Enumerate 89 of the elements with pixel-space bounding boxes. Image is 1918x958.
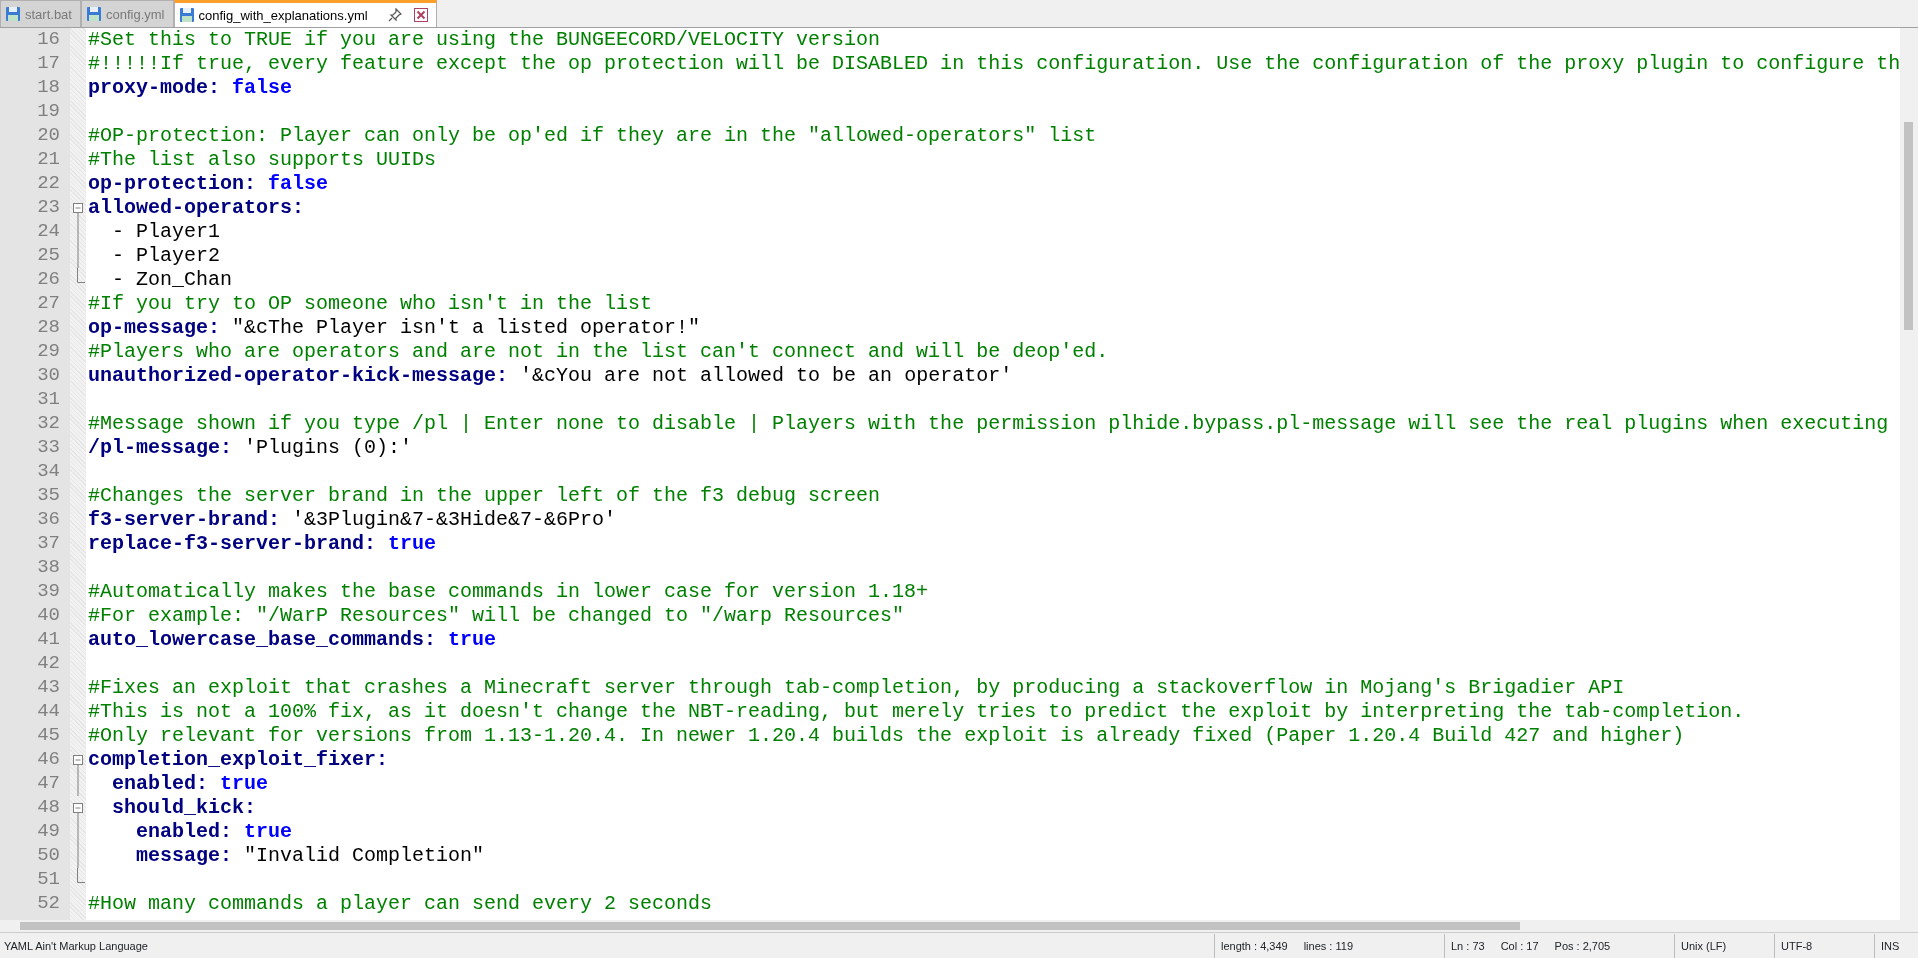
line-number: 35 — [36, 484, 61, 508]
line-number: 42 — [36, 652, 61, 676]
line-number: 37 — [36, 532, 61, 556]
code-line: #Players who are operators and are not in the list can't connect and will be deop'ed. — [88, 340, 1109, 364]
column-position: Col : 17 — [1500, 938, 1539, 954]
line-number: 31 — [36, 388, 61, 412]
code-line: enabled: true — [135, 820, 293, 844]
fold-line — [77, 772, 79, 796]
code-line: op-protection: false — [88, 172, 329, 196]
code-line: #For example: "/WarP Resources" will be changed to "/warp Resources" — [88, 604, 905, 628]
line-number: 17 — [36, 52, 61, 76]
language-label: YAML Ain't Markup Language — [3, 939, 148, 952]
line-ending-label: Unix (LF) — [1674, 933, 1774, 958]
fold-end-line — [77, 268, 85, 283]
line-number: 44 — [36, 700, 61, 724]
line-number: 30 — [36, 364, 61, 388]
code-line: replace-f3-server-brand: true — [88, 532, 437, 556]
code-line: #If you try to OP someone who isn't in the list — [88, 292, 653, 316]
line-number: 51 — [36, 868, 61, 892]
line-number: 28 — [36, 316, 61, 340]
code-line: #The list also supports UUIDs — [88, 148, 437, 172]
line-number: 38 — [36, 556, 61, 580]
code-line: - Player2 — [111, 244, 220, 268]
save-icon — [178, 7, 195, 23]
fold-end-line — [77, 868, 85, 883]
line-number: 16 — [36, 28, 61, 52]
line-number: 36 — [36, 508, 61, 532]
line-number: 25 — [36, 244, 61, 268]
file-tab[interactable]: config_with_explanations.yml — [173, 0, 437, 27]
line-number: 49 — [36, 820, 61, 844]
length-count: length : 4,349 — [1221, 938, 1288, 954]
code-line: /pl-message: 'Plugins (0):' — [88, 436, 413, 460]
line-count: lines : 119 — [1303, 938, 1353, 954]
line-number: 32 — [36, 412, 61, 436]
scroll-thumb[interactable] — [1904, 122, 1913, 330]
code-line: enabled: true — [111, 772, 269, 796]
code-line: #Message shown if you type /pl | Enter none to disable | Players with the permission plhide.bypass.pl-message will see the real plugins when executing — [88, 412, 1889, 436]
code-line: #Changes the server brand in the upper left of the f3 debug screen — [88, 484, 881, 508]
line-number: 18 — [36, 76, 61, 100]
code-line: #Fixes an exploit that crashes a Minecraft server through tab-completion, by producing a stackoverflow in Mojang's Brigadier API — [88, 676, 1625, 700]
code-line: - Player1 — [111, 220, 220, 244]
code-line: #OP-protection: Player can only be op'ed if they are in the "allowed-operators" list — [88, 124, 1097, 148]
code-line: #How many commands a player can send every 2 seconds — [88, 892, 713, 916]
encoding-label: UTF-8 — [1774, 933, 1874, 958]
code-line: #Automatically makes the base commands in lower case for version 1.18+ — [88, 580, 929, 604]
code-line: #!!!!!If true, every feature except the op protection will be DISABLED in this configuration. Use the configuration of the proxy plugin to configure th — [88, 52, 1900, 76]
insert-mode-label: INS — [1874, 933, 1918, 958]
line-position: Ln : 73 — [1451, 938, 1485, 954]
line-number: 26 — [36, 268, 61, 292]
close-icon[interactable] — [413, 8, 428, 22]
line-number: 34 — [36, 460, 61, 484]
save-icon — [5, 6, 21, 22]
line-number: 46 — [36, 748, 61, 772]
line-number: 23 — [36, 196, 61, 220]
code-line: unauthorized-operator-kick-message: '&cYou are not allowed to be an operator' — [88, 364, 1013, 388]
line-number: 45 — [36, 724, 61, 748]
code-line: proxy-mode: false — [88, 76, 293, 100]
line-number: 41 — [36, 628, 61, 652]
char-position: Pos : 2,705 — [1554, 938, 1611, 954]
file-tab[interactable]: start.bat — [0, 0, 81, 27]
line-number: 29 — [36, 340, 61, 364]
line-number: 21 — [36, 148, 61, 172]
code-line: message: "Invalid Completion" — [135, 844, 485, 868]
code-line: auto_lowercase_base_commands: true — [88, 628, 497, 652]
line-number: 24 — [36, 220, 61, 244]
line-number: 43 — [36, 676, 61, 700]
line-number: 48 — [36, 796, 61, 820]
code-line: completion_exploit_fixer: — [88, 748, 389, 772]
code-line: allowed-operators: — [88, 196, 305, 220]
code-line: #Only relevant for versions from 1.13-1.20.4. In newer 1.20.4 builds the exploit is already fixed (Paper 1.20.4 Build 427 and higher) — [88, 724, 1685, 748]
save-icon — [85, 6, 102, 22]
code-line: #Set this to TRUE if you are using the BUNGEECORD/VELOCITY version — [88, 28, 881, 52]
pin-icon[interactable] — [387, 8, 402, 22]
code-line: - Zon_Chan — [111, 268, 232, 292]
file-tab[interactable]: config.yml — [80, 0, 174, 27]
code-line: f3-server-brand: '&3Plugin&7-&3Hide&7-&6Pro' — [88, 508, 617, 532]
line-number: 20 — [36, 124, 61, 148]
line-number: 40 — [36, 604, 61, 628]
line-number: 22 — [36, 172, 61, 196]
line-number: 33 — [36, 436, 61, 460]
line-number: 27 — [36, 292, 61, 316]
code-line: should_kick: — [111, 796, 256, 820]
line-number: 52 — [36, 892, 61, 916]
code-line: #This is not a 100% fix, as it doesn't change the NBT-reading, but merely tries to predict the exploit by interpreting the tab-completion. — [88, 700, 1745, 724]
line-number: 39 — [36, 580, 61, 604]
line-number: 47 — [36, 772, 61, 796]
line-number: 19 — [36, 100, 61, 124]
line-number: 50 — [36, 844, 61, 868]
code-line: op-message: "&cThe Player isn't a listed operator!" — [88, 316, 701, 340]
